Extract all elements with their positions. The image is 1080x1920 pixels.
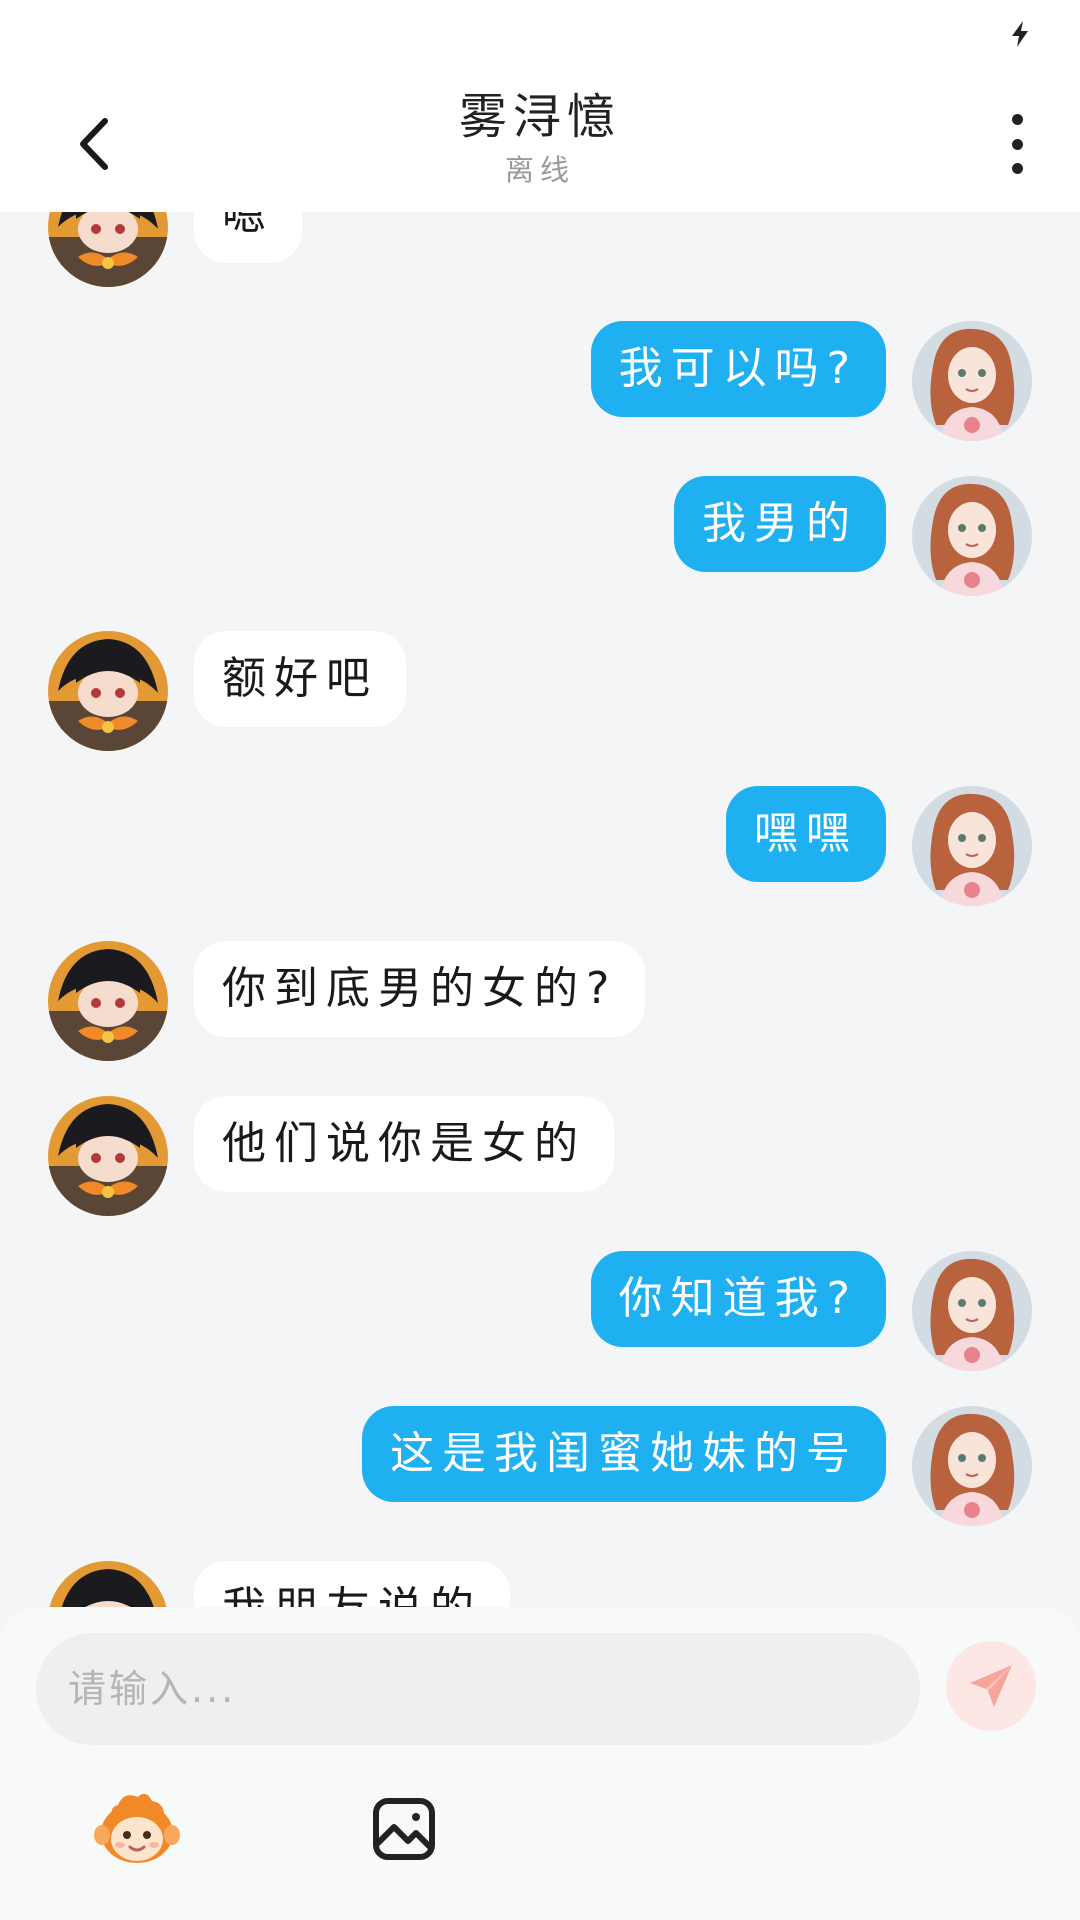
status-bar — [0, 0, 1080, 70]
message-bubble[interactable]: 额好吧 — [194, 631, 406, 727]
charging-icon — [1012, 21, 1028, 47]
contact-avatar[interactable] — [48, 941, 168, 1061]
message-bubble[interactable]: 你知道我? — [590, 1251, 886, 1347]
message-input[interactable] — [36, 1633, 920, 1745]
emoji-button[interactable] — [92, 1791, 182, 1867]
my-avatar[interactable] — [912, 1251, 1032, 1371]
message-bubble[interactable]: 嗯 — [194, 212, 302, 263]
message-bubble[interactable]: 我朋友说的 — [194, 1561, 510, 1607]
boy-avatar-icon — [48, 631, 168, 751]
message-list[interactable]: 嗯 我可以吗? 我男的 额好吧 嘿嘿 你到底男的女的? 他们说你是女的 你知道我… — [0, 212, 1080, 1607]
send-icon — [970, 1665, 1012, 1707]
boy-avatar-icon — [48, 1561, 168, 1607]
contact-avatar[interactable] — [48, 212, 168, 287]
image-button[interactable] — [372, 1797, 436, 1861]
girl-avatar-icon — [912, 786, 1032, 906]
girl-avatar-icon — [912, 1251, 1032, 1371]
my-avatar[interactable] — [912, 1406, 1032, 1526]
girl-avatar-icon — [912, 1406, 1032, 1526]
contact-name: 雾浔憶 — [458, 89, 621, 145]
message-bubble[interactable]: 我男的 — [674, 476, 886, 572]
message-bubble[interactable]: 这是我闺蜜她妹的号 — [362, 1406, 886, 1502]
message-bubble[interactable]: 嘿嘿 — [726, 786, 886, 882]
composer — [0, 1607, 1080, 1920]
my-avatar[interactable] — [912, 786, 1032, 906]
boy-avatar-icon — [48, 1096, 168, 1216]
girl-avatar-icon — [912, 476, 1032, 596]
boy-avatar-icon — [48, 212, 168, 287]
girl-avatar-icon — [912, 321, 1032, 441]
my-avatar[interactable] — [912, 321, 1032, 441]
emoji-mascot-icon — [94, 1793, 180, 1863]
my-avatar[interactable] — [912, 476, 1032, 596]
image-icon — [373, 1798, 435, 1860]
chat-header: 雾浔憶 离线 — [0, 70, 1080, 212]
message-bubble[interactable]: 他们说你是女的 — [194, 1096, 614, 1192]
contact-status: 离线 — [504, 153, 575, 187]
message-bubble[interactable]: 我可以吗? — [590, 321, 886, 417]
boy-avatar-icon — [48, 941, 168, 1061]
message-bubble[interactable]: 你到底男的女的? — [194, 941, 646, 1037]
title-block: 雾浔憶 离线 — [0, 84, 1080, 190]
contact-avatar[interactable] — [48, 1096, 168, 1216]
contact-avatar[interactable] — [48, 631, 168, 751]
more-button[interactable] — [1002, 114, 1032, 174]
contact-avatar[interactable] — [48, 1561, 168, 1607]
more-vertical-icon — [1011, 114, 1023, 125]
send-button[interactable] — [946, 1641, 1036, 1731]
